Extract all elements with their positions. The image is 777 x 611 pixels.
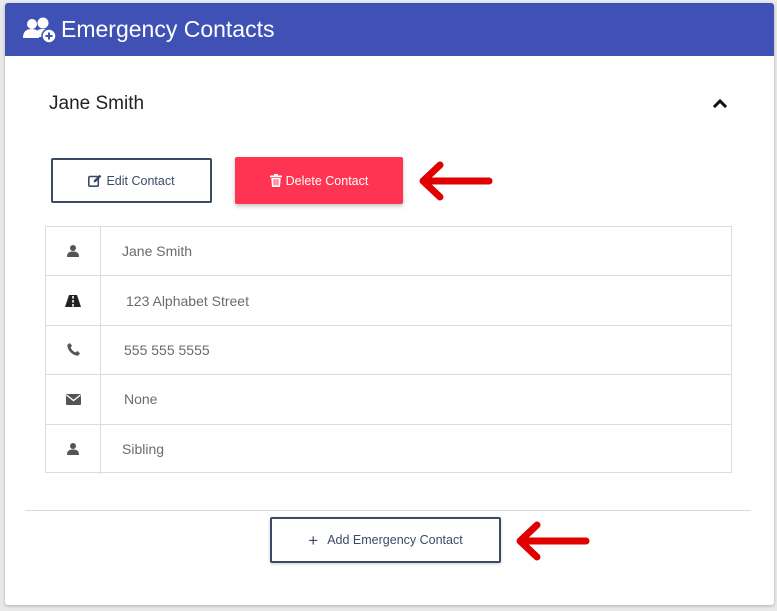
user-icon bbox=[67, 245, 79, 258]
user-group-add-icon bbox=[23, 17, 57, 44]
section-divider bbox=[25, 510, 751, 511]
trash-icon bbox=[269, 174, 282, 187]
annotation-arrow-add bbox=[516, 521, 590, 561]
detail-row-email: None bbox=[46, 375, 731, 425]
add-emergency-contact-button[interactable]: + Add Emergency Contact bbox=[270, 517, 501, 563]
detail-row-name: Jane Smith bbox=[46, 227, 731, 277]
plus-icon: + bbox=[308, 530, 319, 550]
phone-icon bbox=[66, 343, 80, 357]
delete-contact-button[interactable]: Delete Contact bbox=[235, 157, 403, 204]
contact-details-table: Jane Smith 123 Alphabet Street 555 555 5… bbox=[45, 226, 732, 474]
detail-row-relationship: Sibling bbox=[46, 424, 731, 474]
edit-icon bbox=[88, 174, 102, 187]
annotation-arrow-delete bbox=[419, 161, 493, 201]
delete-contact-label: Delete Contact bbox=[285, 173, 369, 188]
detail-value-address: 123 Alphabet Street bbox=[126, 292, 249, 309]
road-icon bbox=[65, 294, 81, 307]
chevron-up-icon[interactable] bbox=[712, 95, 728, 111]
card-header: Emergency Contacts bbox=[5, 3, 774, 56]
edit-contact-label: Edit Contact bbox=[106, 173, 175, 188]
emergency-contacts-card: Emergency Contacts Jane Smith Edit Conta… bbox=[5, 3, 774, 605]
page-title: Emergency Contacts bbox=[61, 16, 275, 42]
detail-row-phone: 555 555 5555 bbox=[46, 325, 731, 376]
detail-value-relationship: Sibling bbox=[122, 441, 165, 458]
detail-value-name: Jane Smith bbox=[122, 243, 193, 260]
envelope-icon bbox=[65, 393, 81, 405]
user-icon bbox=[67, 443, 79, 456]
add-emergency-contact-label: Add Emergency Contact bbox=[327, 533, 463, 547]
detail-value-phone: 555 555 5555 bbox=[124, 341, 210, 358]
detail-row-address: 123 Alphabet Street bbox=[46, 276, 731, 326]
detail-value-email: None bbox=[124, 391, 158, 408]
contact-name-heading: Jane Smith bbox=[49, 93, 145, 114]
edit-contact-button[interactable]: Edit Contact bbox=[51, 158, 212, 203]
